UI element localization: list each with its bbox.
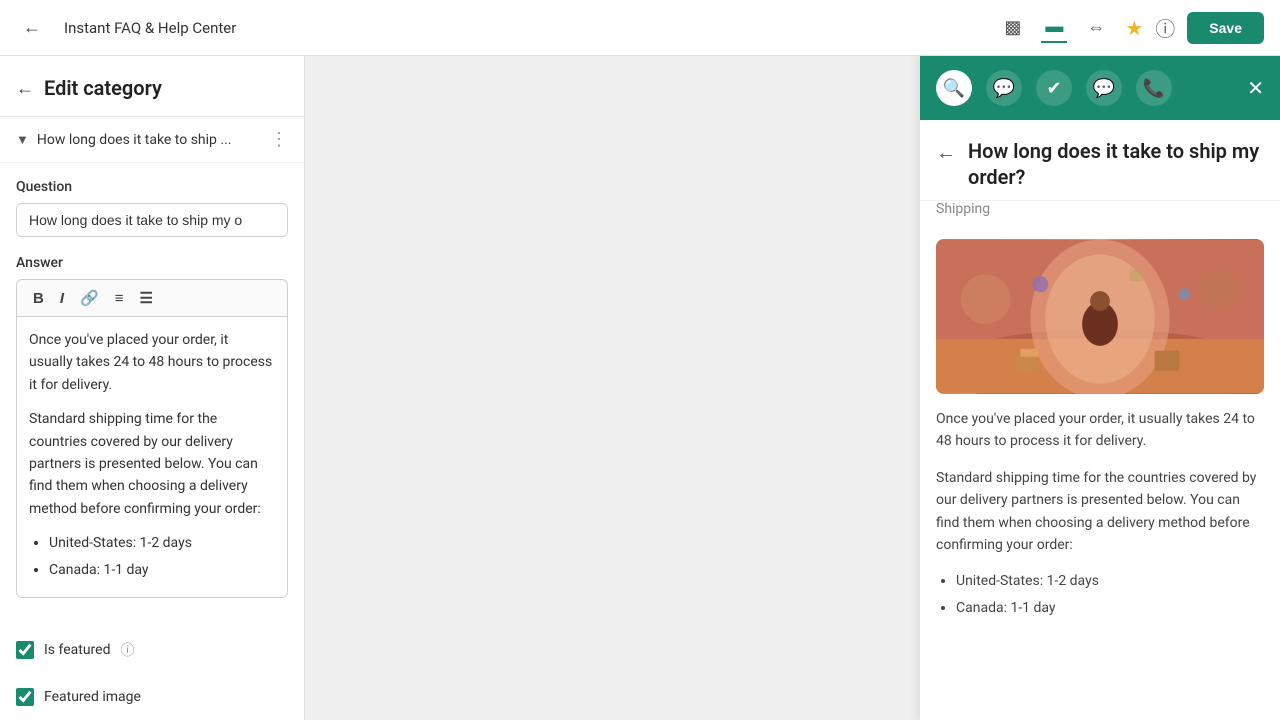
- main-content: ← Edit category ▼ How long does it take …: [0, 56, 1280, 720]
- mobile-view-icon[interactable]: ▩: [1000, 13, 1025, 42]
- save-button[interactable]: Save: [1187, 12, 1264, 44]
- chevron-down-icon: ▼: [16, 132, 29, 148]
- ordered-list-button[interactable]: ☰: [133, 286, 158, 310]
- preview-telegram-icon[interactable]: ✔: [1036, 70, 1072, 106]
- preview-bullets: United-States: 1-2 days Canada: 1-1 day: [936, 570, 1264, 619]
- is-featured-checkbox[interactable]: [16, 641, 34, 659]
- preview-body: Once you've placed your order, it usuall…: [920, 408, 1280, 643]
- left-header: ← Edit category: [0, 56, 304, 117]
- bullet-item-2: Canada: 1-1 day: [49, 559, 275, 581]
- preview-back-icon[interactable]: ←: [936, 140, 956, 165]
- answer-label: Answer: [16, 255, 288, 271]
- answer-toolbar: B I 🔗 ≡ ☰: [16, 279, 288, 316]
- preview-panel: 🔍 💬 ✔ 💬 📞 ✕ ← How long does it take to s…: [920, 56, 1280, 720]
- link-button[interactable]: 🔗: [74, 286, 105, 310]
- preview-search-icon[interactable]: 🔍: [936, 70, 972, 106]
- question-input[interactable]: [16, 203, 288, 237]
- center-area: 🔍 💬 ✔ 💬 📞 ✕ ← How long does it take to s…: [305, 56, 1280, 720]
- left-back-icon[interactable]: ←: [16, 78, 34, 99]
- answer-paragraph-1: Once you've placed your order, it usuall…: [29, 329, 275, 396]
- category-item[interactable]: ▼ How long does it take to ship ... ⋮: [0, 117, 304, 163]
- bold-button[interactable]: B: [27, 287, 50, 310]
- question-label: Question: [16, 179, 288, 195]
- topbar-title: Instant FAQ & Help Center: [64, 19, 984, 37]
- topbar-right: ★ ⓘ Save: [1125, 12, 1264, 44]
- featured-image-checkbox[interactable]: [16, 688, 34, 706]
- more-options-icon[interactable]: ⋮: [270, 129, 288, 150]
- left-title: Edit category: [44, 76, 162, 100]
- category-label: How long does it take to ship ...: [37, 132, 262, 148]
- topbar-device-icons: ▩ ▬ ⇔: [1000, 12, 1109, 43]
- preview-header: 🔍 💬 ✔ 💬 📞 ✕: [920, 56, 1280, 120]
- preview-whatsapp-icon[interactable]: 💬: [986, 70, 1022, 106]
- left-panel: ← Edit category ▼ How long does it take …: [0, 56, 305, 720]
- desktop-view-icon[interactable]: ▬: [1041, 12, 1067, 43]
- preview-paragraph-1: Once you've placed your order, it usuall…: [936, 408, 1264, 453]
- preview-question-text: How long does it take to ship my order?: [968, 138, 1264, 190]
- bullet-list-button[interactable]: ≡: [109, 287, 130, 310]
- preview-paragraph-2: Standard shipping time for the countries…: [936, 467, 1264, 557]
- bullet-item-1: United-States: 1-2 days: [49, 532, 275, 554]
- answer-section: Answer B I 🔗 ≡ ☰ Once you've placed your…: [16, 255, 288, 598]
- preview-bullet-1: United-States: 1-2 days: [956, 570, 1264, 592]
- preview-question-bar: ← How long does it take to ship my order…: [920, 120, 1280, 201]
- italic-button[interactable]: I: [54, 287, 70, 310]
- preview-phone-icon[interactable]: 📞: [1136, 70, 1172, 106]
- topbar-back-icon[interactable]: ←: [16, 12, 48, 44]
- preview-image-inner: [936, 239, 1264, 394]
- preview-bullet-2: Canada: 1-1 day: [956, 597, 1264, 619]
- close-icon[interactable]: ✕: [1247, 76, 1264, 100]
- answer-bullets: United-States: 1-2 days Canada: 1-1 day: [29, 532, 275, 581]
- preview-illustration: [936, 239, 1264, 394]
- answer-paragraph-2: Standard shipping time for the countries…: [29, 408, 275, 520]
- star-icon: ★: [1125, 16, 1143, 40]
- topbar: ← Instant FAQ & Help Center ▩ ▬ ⇔ ★ ⓘ Sa…: [0, 0, 1280, 56]
- info-icon[interactable]: ⓘ: [120, 640, 134, 660]
- resize-icon[interactable]: ⇔: [1083, 13, 1109, 42]
- featured-image-label: Featured image: [44, 689, 141, 705]
- featured-image-row: Featured image: [0, 674, 304, 720]
- answer-editor[interactable]: Once you've placed your order, it usuall…: [16, 316, 288, 598]
- help-icon[interactable]: ⓘ: [1155, 13, 1175, 42]
- preview-content: ← How long does it take to ship my order…: [920, 120, 1280, 720]
- is-featured-row: Is featured ⓘ: [0, 626, 304, 674]
- preview-messenger-icon[interactable]: 💬: [1086, 70, 1122, 106]
- preview-category-tag: Shipping: [920, 201, 1280, 231]
- form-section: Question Answer B I 🔗 ≡ ☰ Once you've pl…: [0, 163, 304, 626]
- is-featured-label: Is featured: [44, 642, 110, 658]
- preview-image: [936, 239, 1264, 394]
